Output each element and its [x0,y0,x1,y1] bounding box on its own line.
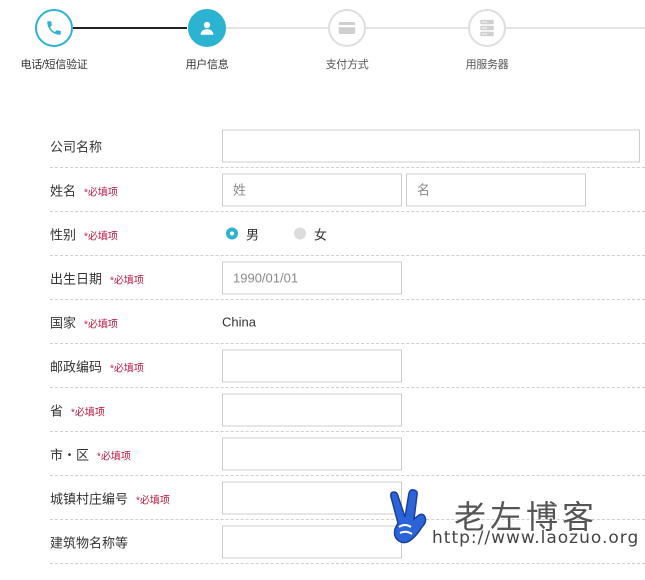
gender-label-text: 性别 [50,227,77,242]
step-circle [35,9,73,47]
form-row-country: 国家 *必填项 China [50,300,645,344]
form-row-company: 公司名称 [50,124,645,168]
step-circle-active [188,9,226,47]
form-row-province: 省 *必填项 [50,388,645,432]
company-name-input[interactable] [222,129,640,162]
required-marker: *必填项 [71,407,105,418]
progress-stepper: 电话/短信验证 用户信息 支付方式 用服务器 [0,0,645,80]
step-payment-method[interactable]: 支付方式 [292,9,402,72]
step-use-server[interactable]: 用服务器 [432,9,542,72]
required-marker: *必填项 [136,495,170,506]
company-label-text: 公司名称 [50,139,103,154]
company-label: 公司名称 [50,136,102,155]
gender-radio-female[interactable]: 女 [294,224,327,243]
form-row-birthdate: 出生日期 *必填项 [50,256,645,300]
postal-code-label-text: 邮政编码 [50,359,103,374]
form-row-city: 市・区 *必填项 [50,432,645,476]
user-icon [200,21,214,35]
step-phone-verification[interactable]: 电话/短信验证 [0,9,109,72]
country-label-text: 国家 [50,315,77,330]
city-label-text: 市・区 [50,447,90,462]
name-label-text: 姓名 [50,183,77,198]
phone-icon [47,21,61,35]
birthdate-label-text: 出生日期 [50,271,103,286]
birthdate-label: 出生日期 *必填项 [50,268,144,287]
victory-hand-logo [385,489,431,554]
province-label: 省 *必填项 [50,400,105,419]
step-circle [468,9,506,47]
required-marker: *必填项 [84,231,118,242]
building-label-text: 建筑物名称等 [50,535,129,550]
radio-selected-icon [226,227,238,240]
required-marker: *必填项 [110,275,144,286]
server-icon [480,19,494,37]
city-label: 市・区 *必填项 [50,444,131,463]
required-marker: *必填项 [84,319,118,330]
country-value: China [222,314,256,329]
card-icon [338,22,356,34]
town-input[interactable] [222,481,402,514]
step-user-info[interactable]: 用户信息 [152,9,262,72]
postal-code-input[interactable] [222,349,402,382]
town-label: 城镇村庄编号 *必填项 [50,488,170,507]
building-input[interactable] [222,525,402,558]
step-circle [328,9,366,47]
gender-option-label: 女 [314,227,328,242]
postal-code-label: 邮政编码 *必填项 [50,356,144,375]
province-input[interactable] [222,393,402,426]
country-label: 国家 *必填项 [50,312,118,331]
city-input[interactable] [222,437,402,470]
form-row-postal-code: 邮政编码 *必填项 [50,344,645,388]
watermark-url: http://www.laozuo.org [432,528,640,548]
radio-unselected-icon [294,227,306,240]
required-marker: *必填项 [110,363,144,374]
step-label: 用服务器 [465,59,509,71]
required-marker: *必填项 [97,451,131,462]
required-marker: *必填项 [84,187,118,198]
gender-label: 性别 *必填项 [50,224,118,243]
step-label: 电话/短信验证 [20,59,88,71]
building-label: 建筑物名称等 [50,532,128,551]
form-row-gender: 性别 *必填项 男 女 [50,212,645,256]
name-label: 姓名 *必填项 [50,180,118,199]
step-label: 用户信息 [185,59,229,71]
province-label-text: 省 [50,403,64,418]
birthdate-input[interactable] [222,261,402,294]
form-row-name: 姓名 *必填项 [50,168,645,212]
gender-radio-male[interactable]: 男 [226,224,259,243]
first-name-input[interactable] [406,173,586,206]
gender-option-label: 男 [246,227,260,242]
town-label-text: 城镇村庄编号 [50,491,129,506]
step-label: 支付方式 [325,59,369,71]
last-name-input[interactable] [222,173,402,206]
